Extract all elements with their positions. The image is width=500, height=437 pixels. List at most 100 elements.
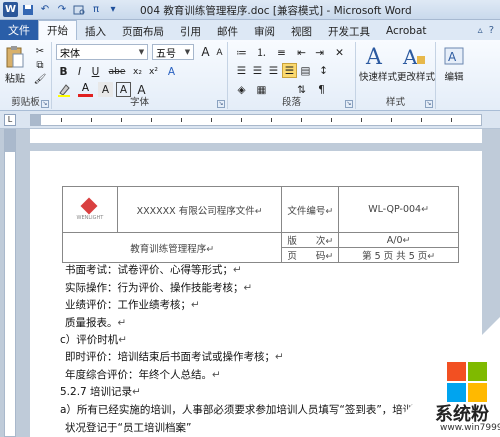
body-line[interactable]: 实际操作：行为评价、操作技能考核；↵ <box>65 280 252 295</box>
clipboard-launcher-icon[interactable]: ↘ <box>41 100 49 108</box>
cut-icon[interactable]: ✂ <box>33 45 47 57</box>
tab-selector-icon[interactable]: L <box>4 114 16 126</box>
chinese-layout-icon[interactable]: ✕ <box>332 45 347 60</box>
header-table: WENLIGHT XXXXXX 有限公司程序文件↵ 文件编号↵ WL-QP-00… <box>61 186 459 263</box>
windows-logo-tile <box>468 362 487 381</box>
strikethrough-button[interactable]: abe <box>106 64 128 79</box>
tab-review[interactable]: 审阅 <box>246 22 283 40</box>
body-line[interactable]: 5.2.7 培训记录↵ <box>60 384 141 399</box>
shrink-font-icon[interactable]: A <box>212 45 227 60</box>
text-effects-icon[interactable]: A <box>164 64 179 79</box>
distribute-icon[interactable]: ▤ <box>298 63 313 78</box>
subscript-button[interactable]: x₂ <box>130 64 145 79</box>
body-line[interactable]: 年度综合评价：年终个人总结。↵ <box>65 367 221 382</box>
page-value-cell: 第 5 页 共 5 页↵ <box>338 247 459 263</box>
styles-launcher-icon[interactable]: ↘ <box>425 100 433 108</box>
shading-icon[interactable]: ◈ <box>234 82 249 97</box>
company-logo: WENLIGHT <box>74 197 106 221</box>
chevron-down-icon[interactable]: ▼ <box>182 45 193 59</box>
quick-access-toolbar: W ↶ ↷ π ▾ <box>0 2 120 17</box>
body-line[interactable]: 状况登记于“员工培训档案” <box>65 420 191 435</box>
body-line[interactable]: 业绩评价：工作业绩考核；↵ <box>65 297 200 312</box>
styles-group: A 快速样式 A 更改样式 样式 ↘ <box>356 42 436 109</box>
align-right-icon[interactable]: ☰ <box>266 63 281 78</box>
char-shading-icon[interactable]: A <box>98 82 113 97</box>
redo-icon[interactable]: ↷ <box>55 3 69 17</box>
horizontal-ruler[interactable] <box>30 114 482 126</box>
find-icon[interactable]: A <box>442 45 466 67</box>
body-line[interactable]: 书面考试：试卷评价、心得等形式；↵ <box>65 262 242 277</box>
change-styles-icon[interactable]: A <box>400 43 428 69</box>
tab-developer[interactable]: 开发工具 <box>320 22 378 40</box>
tab-acrobat[interactable]: Acrobat <box>378 22 435 40</box>
sort-icon[interactable]: ⇅ <box>294 82 309 97</box>
chevron-down-icon[interactable]: ▼ <box>136 45 147 59</box>
change-styles-button[interactable]: 更改样式 <box>396 70 436 83</box>
tab-page-layout[interactable]: 页面布局 <box>114 22 172 40</box>
align-center-icon[interactable]: ☰ <box>250 63 265 78</box>
title-bar: W ↶ ↷ π ▾ 004 教育训练管理程序.doc [兼容模式] - Micr… <box>0 0 500 20</box>
clear-format-icon[interactable]: A <box>134 82 149 97</box>
paste-button[interactable]: 粘贴 <box>2 71 28 85</box>
minimize-ribbon-icon[interactable]: ▵ <box>478 25 483 36</box>
vertical-ruler[interactable] <box>4 129 16 437</box>
help-icon[interactable]: ? <box>489 25 494 36</box>
company-cell: XXXXXX 有限公司程序文件↵ <box>116 186 283 233</box>
font-name-value: 宋体 <box>60 48 80 60</box>
quick-styles-button[interactable]: 快速样式 <box>358 70 398 83</box>
windows-logo-icon <box>447 362 487 402</box>
edition-value-cell: A/0↵ <box>338 232 459 248</box>
multilevel-list-icon[interactable]: ≡ <box>274 45 289 60</box>
styles-group-label: 样式 <box>385 97 405 108</box>
doc-no-value-cell: WL-QP-004↵ <box>338 186 459 233</box>
tab-insert[interactable]: 插入 <box>77 22 114 40</box>
body-line[interactable]: c）评价时机↵ <box>60 332 127 347</box>
print-preview-icon[interactable] <box>72 3 86 17</box>
word-logo-icon[interactable]: W <box>3 2 18 17</box>
editing-button[interactable]: 编辑 <box>436 70 472 83</box>
title-cell: 教育训练管理程序↵ <box>61 232 283 263</box>
ribbon-right-icons: ▵ ? <box>478 20 500 40</box>
tab-file[interactable]: 文件 <box>0 20 38 40</box>
body-line[interactable]: 质量报表。↵ <box>65 315 126 330</box>
align-left-icon[interactable]: ☰ <box>234 63 249 78</box>
underline-button[interactable]: U <box>88 64 103 79</box>
pi-icon[interactable]: π <box>89 3 103 17</box>
font-size-combo[interactable]: 五号 ▼ <box>152 44 194 60</box>
numbering-icon[interactable]: ⒈ <box>254 45 269 60</box>
copy-icon[interactable]: ⧉ <box>33 59 47 71</box>
undo-icon[interactable]: ↶ <box>38 3 52 17</box>
paragraph-launcher-icon[interactable]: ↘ <box>345 100 353 108</box>
window-title: 004 教育训练管理程序.doc [兼容模式] - Microsoft Word <box>140 5 412 17</box>
body-line[interactable]: 即时评价：培训结束后书面考试或操作考核；↵ <box>65 349 284 364</box>
ribbon-tabs: 文件 开始 插入 页面布局 引用 邮件 审阅 视图 开发工具 Acrobat ▵… <box>0 20 500 40</box>
grow-font-icon[interactable]: A <box>198 44 213 59</box>
line-spacing-icon[interactable]: ↕ <box>316 63 331 78</box>
tab-view[interactable]: 视图 <box>283 22 320 40</box>
font-color-button[interactable]: A <box>78 82 93 97</box>
tab-references[interactable]: 引用 <box>172 22 209 40</box>
font-name-combo[interactable]: 宋体 ▼ <box>56 44 148 60</box>
customize-qat-icon[interactable]: ▾ <box>106 3 120 17</box>
increase-indent-icon[interactable]: ⇥ <box>312 45 327 60</box>
font-launcher-icon[interactable]: ↘ <box>217 100 225 108</box>
decrease-indent-icon[interactable]: ⇤ <box>294 45 309 60</box>
highlight-icon[interactable] <box>56 82 71 97</box>
borders-icon[interactable]: ▦ <box>254 82 269 97</box>
bold-button[interactable]: B <box>56 64 71 79</box>
tab-home[interactable]: 开始 <box>38 20 77 40</box>
left-margin-marker[interactable] <box>31 115 41 125</box>
tab-mailings[interactable]: 邮件 <box>209 22 246 40</box>
justify-icon[interactable]: ☰ <box>282 63 297 78</box>
italic-button[interactable]: I <box>72 64 87 79</box>
quick-styles-icon[interactable]: A <box>362 43 390 69</box>
char-border-icon[interactable]: A <box>116 82 131 97</box>
bullets-icon[interactable]: ≔ <box>234 45 249 60</box>
superscript-button[interactable]: x² <box>146 64 161 79</box>
format-painter-icon[interactable]: 🖌 <box>33 73 47 85</box>
paste-icon[interactable] <box>4 44 26 70</box>
save-icon[interactable] <box>21 3 35 17</box>
show-marks-icon[interactable]: ¶ <box>314 82 329 97</box>
body-line[interactable]: a）所有已经实施的培训，人事部必须要求参加培训人员填写“签到表”，培训完成 <box>60 402 434 417</box>
font-size-value: 五号 <box>156 48 176 60</box>
